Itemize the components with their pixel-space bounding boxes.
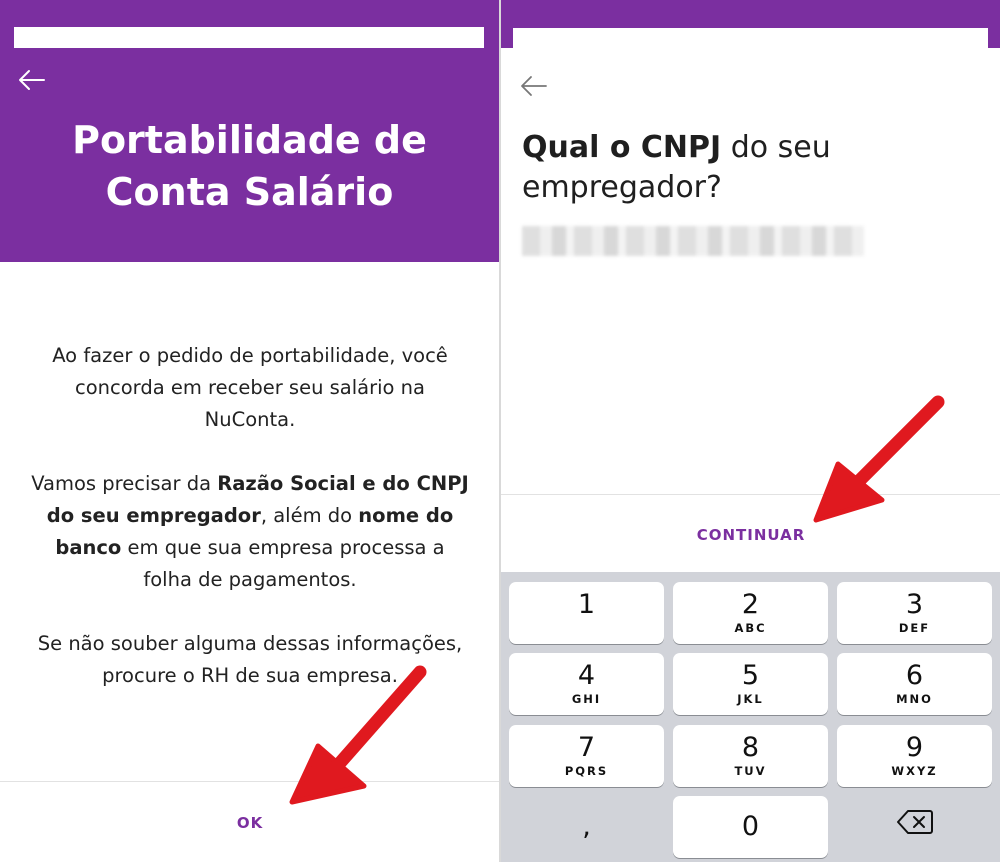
text-part: Vamos precisar da (31, 472, 218, 495)
key-digit: 1 (577, 589, 596, 620)
left-screen: Portabilidade de Conta Salário Ao fazer … (0, 0, 499, 862)
key-letters: MNO (896, 692, 933, 706)
paragraph-requirements: Vamos precisar da Razão Social e do CNPJ… (30, 468, 470, 596)
title-line-1: Portabilidade de (72, 118, 427, 162)
key-letters: DEF (898, 621, 931, 635)
cnpj-input-blurred[interactable] (522, 226, 864, 256)
key-digit: 8 (741, 732, 760, 763)
key-0[interactable]: 0 (673, 796, 828, 858)
key-digit: 0 (741, 811, 760, 842)
key-digit: 9 (905, 732, 924, 763)
key-7[interactable]: 7 PQRS (509, 725, 664, 787)
key-digit: 7 (577, 732, 596, 763)
content-card (513, 28, 988, 498)
backspace-icon[interactable] (896, 808, 934, 836)
key-digit: 6 (905, 660, 924, 691)
page-title: Portabilidade de Conta Salário (0, 114, 499, 218)
key-digit: 4 (577, 660, 596, 691)
key-digit: 3 (905, 589, 924, 620)
key-5[interactable]: 5 JKL (673, 653, 828, 715)
left-header: Portabilidade de Conta Salário (0, 0, 499, 262)
key-8[interactable]: 8 TUV (673, 725, 828, 787)
key-letters: TUV (734, 764, 767, 778)
divider (501, 494, 1000, 495)
title-line-2: Conta Salário (105, 170, 394, 214)
key-letters: ABC (734, 621, 767, 635)
key-9[interactable]: 9 WXYZ (837, 725, 992, 787)
key-letters: GHI (571, 692, 602, 706)
back-arrow-icon[interactable] (518, 70, 550, 102)
continue-button[interactable]: CONTINUAR (671, 520, 831, 550)
key-comma[interactable]: , (509, 796, 664, 858)
key-letters: WXYZ (891, 764, 938, 778)
back-arrow-icon[interactable] (16, 64, 48, 96)
cnpj-question: Qual o CNPJ do seu empregador? (522, 128, 982, 208)
ok-button[interactable]: OK (200, 808, 300, 838)
key-3[interactable]: 3 DEF (837, 582, 992, 644)
text-part: em que sua empresa processa a folha de p… (121, 536, 445, 591)
key-2[interactable]: 2 ABC (673, 582, 828, 644)
text-part: , além do (260, 504, 359, 527)
key-letters: JKL (737, 692, 764, 706)
key-digit: 2 (741, 589, 760, 620)
key-digit: , (582, 811, 591, 842)
info-text: Ao fazer o pedido de portabilidade, você… (30, 340, 470, 724)
right-screen: Qual o CNPJ do seu empregador? CONTINUAR… (501, 0, 1000, 862)
paragraph-help: Se não souber alguma dessas informações,… (37, 632, 463, 687)
key-1[interactable]: 1 (509, 582, 664, 644)
divider (0, 781, 499, 782)
key-6[interactable]: 6 MNO (837, 653, 992, 715)
key-letters: PQRS (564, 764, 609, 778)
paragraph-consent: Ao fazer o pedido de portabilidade, você… (52, 344, 448, 431)
question-bold: Qual o CNPJ (522, 130, 722, 165)
status-bar (14, 27, 484, 48)
key-4[interactable]: 4 GHI (509, 653, 664, 715)
key-digit: 5 (741, 660, 760, 691)
